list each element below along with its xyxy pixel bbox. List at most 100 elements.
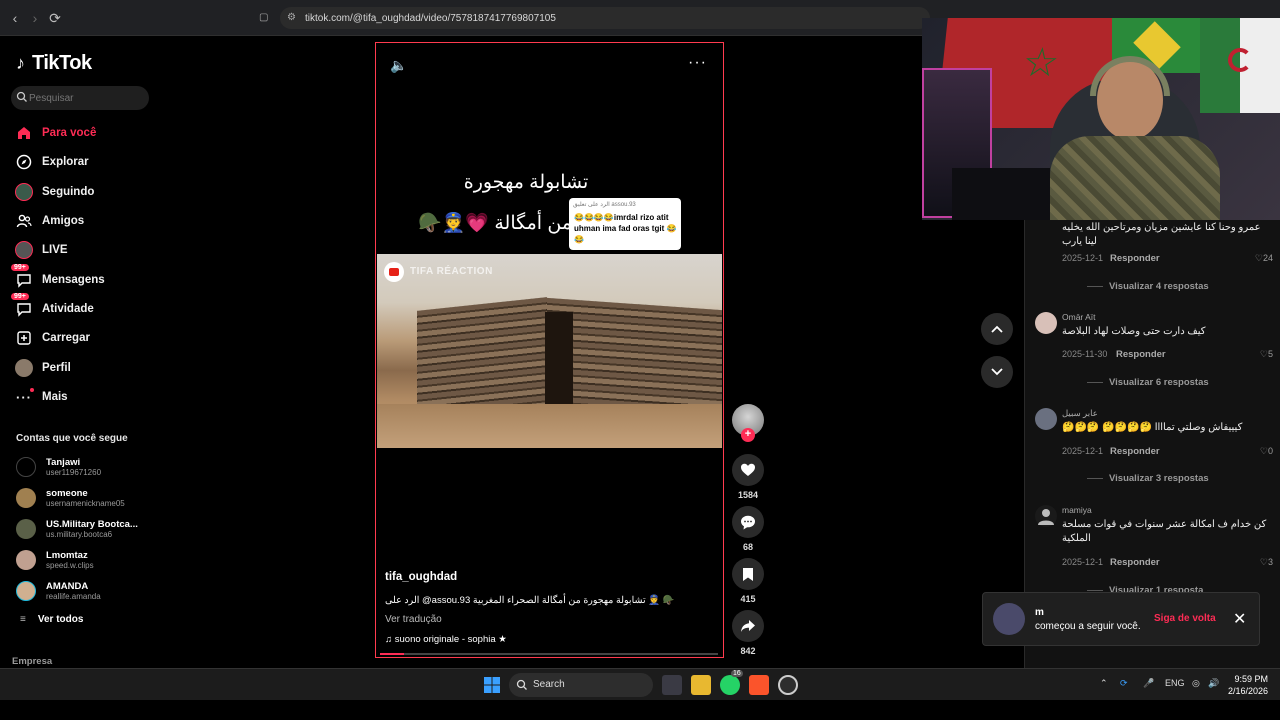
- nav-label: Amigos: [42, 215, 85, 227]
- see-translation-link[interactable]: Ver tradução: [385, 614, 442, 625]
- more-options-icon[interactable]: ···: [688, 54, 707, 72]
- reply-button[interactable]: Responder: [1110, 253, 1160, 264]
- close-icon[interactable]: ✕: [1233, 609, 1246, 629]
- search-icon: [16, 91, 27, 102]
- previous-video-button[interactable]: [981, 313, 1013, 345]
- search-box[interactable]: [11, 86, 149, 110]
- following-account[interactable]: someone usernamenickname05: [16, 486, 156, 510]
- following-account[interactable]: Lmomtaz speed.w.clips: [16, 548, 156, 572]
- comment-button[interactable]: [732, 506, 764, 538]
- comment-date: 2025-12-1: [1062, 253, 1104, 263]
- account-name: Tanjawi: [46, 457, 81, 468]
- reply-button[interactable]: Responder: [1116, 349, 1166, 360]
- person-body: [1050, 136, 1220, 220]
- comment-like-count: 24: [1262, 253, 1273, 263]
- view-replies[interactable]: Visualizar 6 respostas: [1087, 377, 1209, 388]
- video-progress-bar[interactable]: [380, 653, 718, 655]
- following-avatar-icon: [15, 183, 33, 201]
- account-username: reallife.amanda: [46, 592, 101, 601]
- whatsapp-icon[interactable]: 16: [720, 670, 743, 695]
- footer-empresa[interactable]: Empresa: [12, 656, 52, 667]
- like-button[interactable]: [732, 454, 764, 486]
- reply-button[interactable]: Responder: [1110, 446, 1160, 457]
- following-account[interactable]: US.Military Bootca... us.military.bootca…: [16, 517, 156, 541]
- follow-plus-icon[interactable]: +: [741, 428, 755, 442]
- language-indicator[interactable]: ENG: [1165, 678, 1185, 688]
- sync-icon[interactable]: ⟳: [1120, 678, 1128, 689]
- site-info-icon[interactable]: ⚙: [287, 12, 299, 24]
- comment-text: كن خدام ف امكالة عشر سنوات في قوات مسلحة…: [1062, 519, 1267, 544]
- search-input[interactable]: [29, 90, 144, 106]
- file-explorer-icon[interactable]: [691, 675, 711, 695]
- comment-like[interactable]: ♡0: [1260, 446, 1273, 457]
- network-icon[interactable]: ◎: [1192, 678, 1200, 689]
- whatsapp-badge: 16: [731, 670, 743, 677]
- brave-browser-icon[interactable]: [749, 675, 769, 695]
- comment-like[interactable]: ♡3: [1260, 557, 1273, 568]
- follower-avatar[interactable]: [993, 603, 1025, 635]
- see-all-link[interactable]: ≡ Ver todos: [20, 614, 83, 625]
- follow-back-button[interactable]: Siga de volta: [1154, 613, 1216, 624]
- video-overlay-subtitle: من أمگالة 💗👮🪖: [418, 213, 572, 234]
- view-replies[interactable]: Visualizar 4 respostas: [1087, 281, 1209, 292]
- save-button[interactable]: [732, 558, 764, 590]
- activity-badge: 99+: [11, 293, 29, 300]
- nav-label: Carregar: [42, 332, 90, 344]
- follower-name: m: [1035, 607, 1044, 618]
- taskbar-clock[interactable]: 9:59 PM 2/16/2026: [1228, 673, 1268, 697]
- windows-start-icon[interactable]: [482, 675, 502, 695]
- account-name: AMANDA: [46, 581, 89, 592]
- nav-live[interactable]: LIVE: [15, 239, 68, 261]
- default-user-icon: [1038, 509, 1054, 525]
- taskbar-search[interactable]: Search: [509, 673, 653, 697]
- task-view-icon[interactable]: [662, 675, 682, 695]
- volume-icon[interactable]: 🔊: [1208, 678, 1219, 689]
- volume-icon[interactable]: 🔈: [390, 57, 407, 74]
- reply-button[interactable]: Responder: [1110, 557, 1160, 568]
- bookmark-icon[interactable]: ▢: [259, 12, 271, 24]
- comment-like[interactable]: ♡5: [1260, 349, 1273, 360]
- video-player[interactable]: 🔈 ··· تشابولة مهجورة من أمگالة 💗👮🪖 الرد …: [375, 42, 724, 658]
- follow-notification: m começou a seguir você. Siga de volta ✕: [982, 592, 1260, 646]
- reload-icon[interactable]: ⟳: [46, 9, 64, 27]
- heart-icon: [741, 463, 755, 476]
- comment-like[interactable]: ♡24: [1255, 253, 1273, 264]
- comment-author[interactable]: Omār Aït: [1062, 312, 1096, 322]
- comment-author[interactable]: mamiya: [1062, 505, 1092, 515]
- comment-text: كيف دارت حتى وصلات لهاد البلاصة: [1062, 326, 1206, 337]
- nav-seguindo[interactable]: Seguindo: [15, 181, 94, 203]
- nav-atividade[interactable]: 99+ Atividade: [11, 293, 94, 320]
- comment-author[interactable]: عابر سبيل: [1062, 408, 1098, 419]
- view-replies[interactable]: Visualizar 3 respostas: [1087, 473, 1209, 484]
- profile-icon: [15, 359, 33, 377]
- back-icon[interactable]: ‹: [6, 9, 24, 27]
- following-account[interactable]: AMANDA reallife.amanda: [16, 579, 156, 603]
- music-link[interactable]: ♫ suono originale - sophia ★: [385, 634, 507, 645]
- tray-chevron-icon[interactable]: ⌃: [1100, 678, 1108, 689]
- like-count: 1584: [737, 490, 759, 500]
- compass-icon: [15, 153, 33, 171]
- following-account[interactable]: Tanjawi user119671260: [16, 455, 156, 479]
- next-video-button[interactable]: [981, 356, 1013, 388]
- microphone-icon[interactable]: 🎤: [1143, 678, 1154, 689]
- forward-icon[interactable]: ›: [26, 9, 44, 27]
- tiktok-logo[interactable]: ♪ TikTok: [16, 52, 92, 75]
- doorway: [545, 312, 573, 407]
- nav-mensagens[interactable]: 99+ Mensagens: [11, 264, 105, 291]
- nav-label: Explorar: [42, 156, 89, 168]
- account-name: someone: [46, 488, 88, 499]
- share-button[interactable]: [732, 610, 764, 642]
- nav-explorar[interactable]: Explorar: [15, 151, 89, 173]
- nav-amigos[interactable]: Amigos: [15, 210, 84, 232]
- clock-date: 2/16/2026: [1228, 686, 1269, 696]
- nav-para-voce[interactable]: Para você: [15, 122, 96, 144]
- address-url[interactable]: tiktok.com/@tifa_oughdad/video/757818741…: [305, 13, 556, 24]
- nav-perfil[interactable]: Perfil: [15, 357, 71, 379]
- nav-mais[interactable]: ··· Mais: [15, 386, 68, 408]
- reply-card-text: 😂😂😂😂imrdal rizo atit uhman ima fad oras …: [574, 213, 677, 244]
- messages-badge: 99+: [11, 264, 29, 271]
- nav-carregar[interactable]: Carregar: [15, 327, 90, 349]
- comment-date: 2025-12-1: [1062, 557, 1104, 567]
- video-username[interactable]: tifa_oughdad: [385, 571, 457, 583]
- obs-icon[interactable]: [778, 675, 798, 695]
